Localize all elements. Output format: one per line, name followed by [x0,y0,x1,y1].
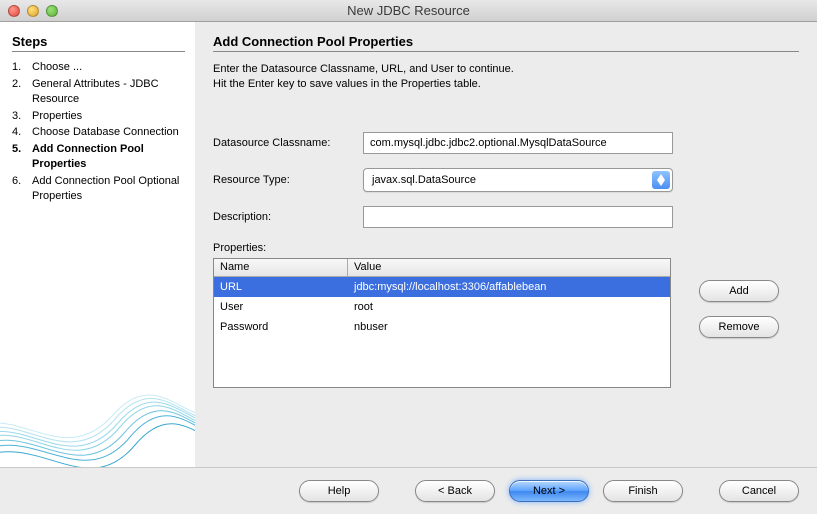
resource-type-value: javax.sql.DataSource [372,174,476,186]
table-row[interactable]: URL jdbc:mysql://localhost:3306/affableb… [214,277,670,297]
cell-value: nbuser [348,319,670,335]
properties-area: Name Value URL jdbc:mysql://localhost:33… [213,258,799,388]
cell-value: jdbc:mysql://localhost:3306/affablebean [348,279,670,295]
column-value-header[interactable]: Value [348,259,670,276]
help-button[interactable]: Help [299,480,379,502]
step-item: 6. Add Connection Pool Optional Properti… [12,174,185,204]
step-number: 4. [12,125,32,140]
content: Steps 1. Choose ... 2. General Attribute… [0,22,817,467]
intro-line-1: Enter the Datasource Classname, URL, and… [213,62,799,77]
back-button[interactable]: < Back [415,480,495,502]
cell-name: URL [214,279,348,295]
properties-label: Properties: [213,242,799,254]
properties-body: URL jdbc:mysql://localhost:3306/affableb… [214,277,670,337]
step-label: Choose Database Connection [32,125,185,140]
remove-button[interactable]: Remove [699,316,779,338]
intro-line-2: Hit the Enter key to save values in the … [213,77,799,92]
step-number: 2. [12,77,32,107]
description-input[interactable] [363,206,673,228]
page-title: Add Connection Pool Properties [213,34,799,52]
properties-buttons: Add Remove [699,280,779,338]
step-label: Choose ... [32,60,185,75]
resource-type-row: Resource Type: javax.sql.DataSource [213,168,799,192]
properties-header: Name Value [214,259,670,277]
step-item: 4. Choose Database Connection [12,125,185,140]
description-label: Description: [213,211,363,223]
step-label: Add Connection Pool Properties [32,142,185,172]
table-row[interactable]: User root [214,297,670,317]
datasource-classname-input[interactable] [363,132,673,154]
form: Datasource Classname: Resource Type: jav… [213,132,799,388]
steps-heading: Steps [12,34,185,52]
step-item: 3. Properties [12,109,185,124]
step-number: 5. [12,142,32,172]
datasource-classname-label: Datasource Classname: [213,137,363,149]
cancel-button[interactable]: Cancel [719,480,799,502]
cell-value: root [348,299,670,315]
main-panel: Add Connection Pool Properties Enter the… [195,22,817,467]
steps-list: 1. Choose ... 2. General Attributes - JD… [12,60,185,204]
next-button[interactable]: Next > [509,480,589,502]
datasource-classname-row: Datasource Classname: [213,132,799,154]
step-number: 1. [12,60,32,75]
step-item: 1. Choose ... [12,60,185,75]
properties-table[interactable]: Name Value URL jdbc:mysql://localhost:33… [213,258,671,388]
finish-button[interactable]: Finish [603,480,683,502]
description-row: Description: [213,206,799,228]
step-number: 3. [12,109,32,124]
cell-name: Password [214,319,348,335]
sidebar: Steps 1. Choose ... 2. General Attribute… [0,22,195,467]
titlebar: New JDBC Resource [0,0,817,22]
window-title: New JDBC Resource [0,3,817,18]
add-button[interactable]: Add [699,280,779,302]
intro-text: Enter the Datasource Classname, URL, and… [213,62,799,92]
cell-name: User [214,299,348,315]
step-item-current: 5. Add Connection Pool Properties [12,142,185,172]
resource-type-label: Resource Type: [213,174,363,186]
step-item: 2. General Attributes - JDBC Resource [12,77,185,107]
step-label: General Attributes - JDBC Resource [32,77,185,107]
column-name-header[interactable]: Name [214,259,348,276]
wizard-footer: Help < Back Next > Finish Cancel [0,467,817,513]
step-number: 6. [12,174,32,204]
step-label: Properties [32,109,185,124]
chevron-updown-icon [652,171,670,189]
resource-type-select[interactable]: javax.sql.DataSource [363,168,673,192]
step-label: Add Connection Pool Optional Properties [32,174,185,204]
decorative-waves [0,357,195,467]
table-row[interactable]: Password nbuser [214,317,670,337]
